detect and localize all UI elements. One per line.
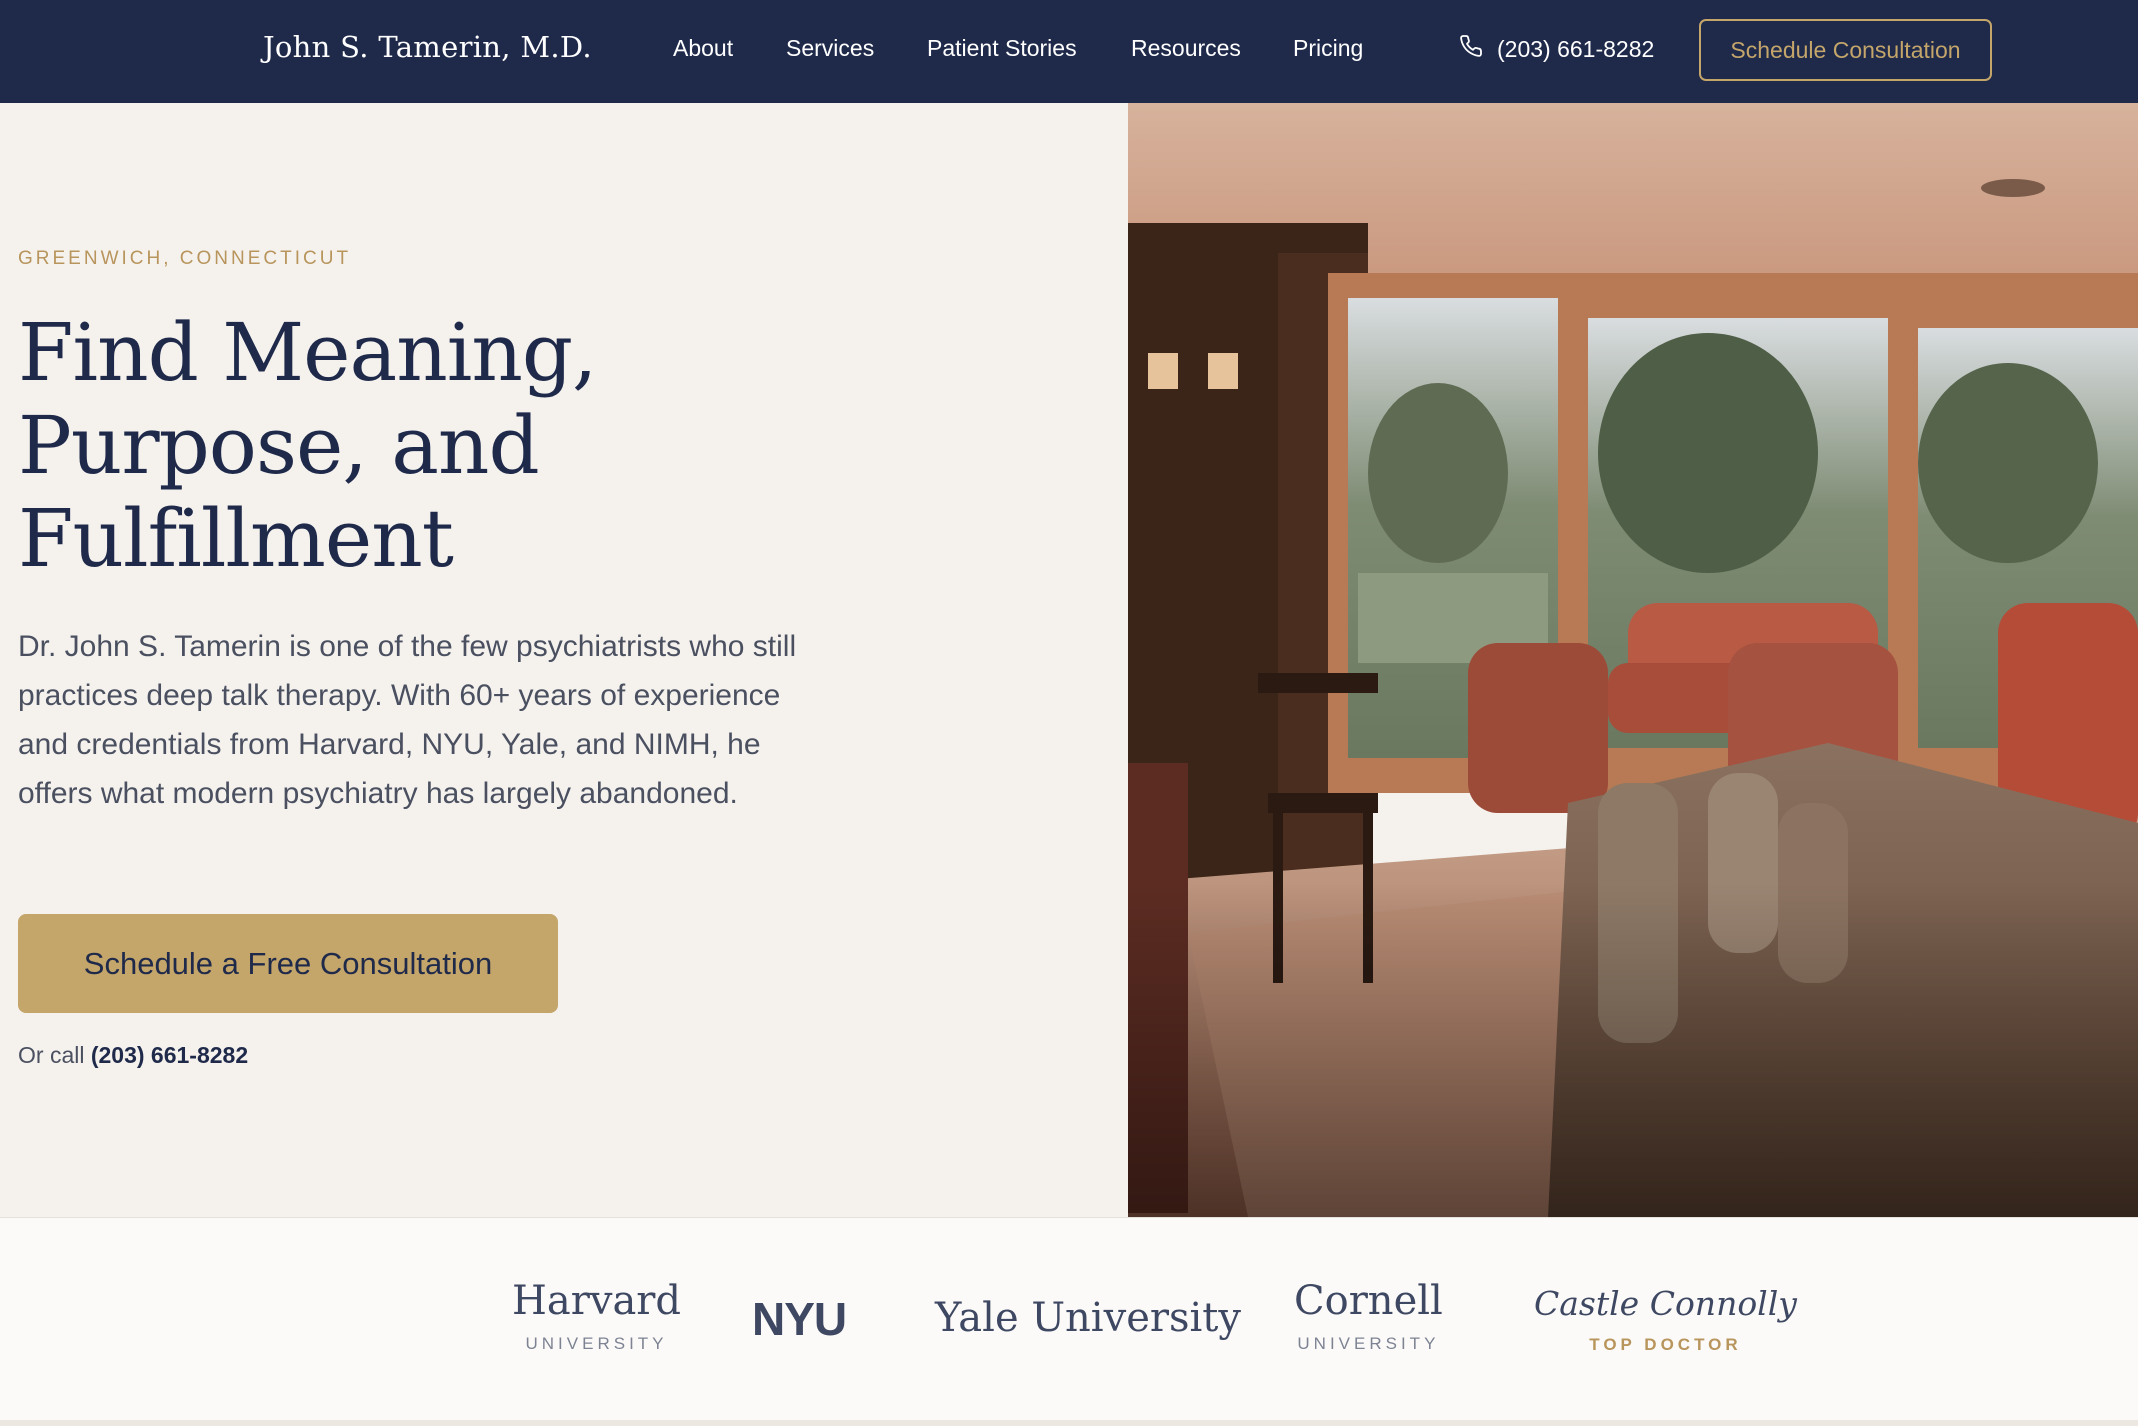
nav-link-services[interactable]: Services [786,35,874,62]
nav-link-resources[interactable]: Resources [1131,35,1241,62]
logo-harvard: Harvard UNIVERSITY [512,1278,681,1354]
logo-cornell-name: Cornell [1294,1278,1443,1324]
section-divider [0,1420,2138,1426]
headline-line-1: Find Meaning, [18,306,597,399]
schedule-consultation-button[interactable]: Schedule Consultation [1699,19,1992,81]
logo-yale: Yale University [935,1295,1241,1341]
phone-icon [1459,34,1483,64]
hero-eyebrow: GREENWICH, CONNECTICUT [18,248,352,269]
top-nav: John S. Tamerin, M.D. About Services Pat… [0,0,2138,103]
schedule-free-consultation-button[interactable]: Schedule a Free Consultation [18,914,558,1013]
brand-name[interactable]: John S. Tamerin, M.D. [263,30,592,64]
headline-line-2: Purpose, and [18,399,540,492]
logo-nyu-name: NYU [752,1293,847,1345]
or-call-text: Or call (203) 661-8282 [18,1042,248,1069]
headline-line-3: Fulfillment [18,492,454,585]
nav-link-about[interactable]: About [673,35,733,62]
nav-phone-number: (203) 661-8282 [1497,35,1655,62]
office-photo [1128,103,2138,1217]
logo-harvard-name: Harvard [512,1278,682,1324]
nav-link-pricing[interactable]: Pricing [1293,35,1363,62]
or-call-phone-link[interactable]: (203) 661-8282 [91,1042,248,1068]
logo-cornell-sub: UNIVERSITY [1297,1334,1440,1353]
hero-headline: Find Meaning, Purpose, and Fulfillment [18,306,918,585]
hero-description: Dr. John S. Tamerin is one of the few ps… [18,630,797,810]
logo-castle-name: Castle Connolly [1534,1284,1797,1323]
logo-yale-name: Yale University [935,1295,1241,1341]
logo-harvard-sub: UNIVERSITY [525,1334,668,1353]
logo-castle-sub: TOP DOCTOR [1589,1335,1742,1354]
or-call-prefix: Or call [18,1042,85,1068]
nav-phone[interactable]: (203) 661-8282 [1459,34,1654,64]
logo-cornell: Cornell UNIVERSITY [1294,1278,1443,1354]
logo-castle-connolly: Castle Connolly TOP DOCTOR [1534,1284,1797,1355]
nav-link-patient-stories[interactable]: Patient Stories [927,35,1077,62]
logo-nyu: NYU [752,1292,847,1346]
